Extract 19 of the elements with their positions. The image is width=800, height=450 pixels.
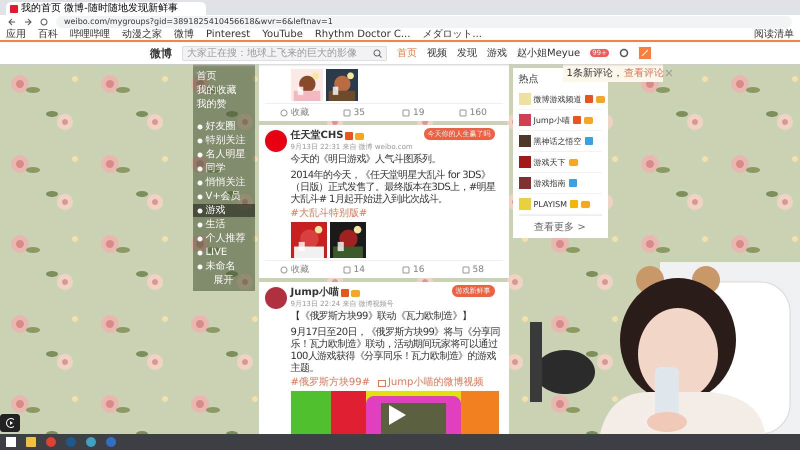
bookmark-link[interactable]: 哔哩哔哩 bbox=[70, 28, 110, 40]
bookmark-link[interactable]: 微博 bbox=[174, 28, 194, 40]
user-link[interactable]: 赵小姐Meyue bbox=[517, 46, 580, 60]
search-field[interactable]: 大家正在搜：地球上飞来的巨大的影像 bbox=[182, 46, 387, 60]
bookmark-link[interactable]: 动漫之家 bbox=[122, 28, 162, 40]
bookmark-link[interactable]: 百科 bbox=[38, 28, 58, 40]
nav-link[interactable]: 首页 bbox=[397, 46, 417, 60]
reading-list-link[interactable]: 阅读清单 bbox=[754, 28, 794, 40]
weibo-logo[interactable]: 微博 bbox=[150, 46, 172, 60]
bookmark-link[interactable]: Pinterest bbox=[206, 28, 250, 40]
browser-tab[interactable]: 我的首页 微博-随时随地发现新鲜事 bbox=[6, 2, 206, 15]
bookmark-link[interactable]: Rhythm Doctor C... bbox=[314, 28, 410, 40]
nav-link[interactable]: 游戏 bbox=[487, 46, 507, 60]
bookmark-link[interactable]: YouTube bbox=[262, 28, 303, 40]
nav-link[interactable]: 视频 bbox=[427, 46, 447, 60]
bookmark-link[interactable]: メダロット... bbox=[422, 28, 482, 40]
address-bar[interactable]: weibo.com/mygroups?gid=3891825410456618&wvr=6&leftnav=1 bbox=[56, 16, 792, 28]
nav-link[interactable]: 发现 bbox=[457, 46, 477, 60]
bookmark-link[interactable]: 应用 bbox=[6, 28, 26, 40]
